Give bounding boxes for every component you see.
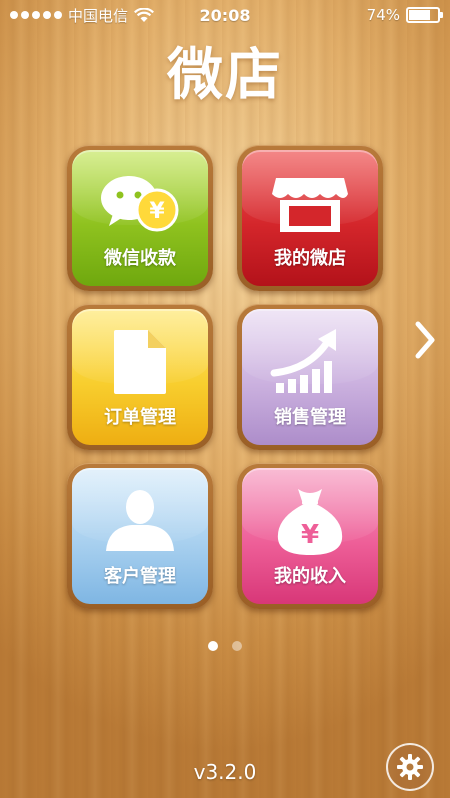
- version-label: v3.2.0: [193, 760, 257, 784]
- svg-text:¥: ¥: [149, 199, 165, 224]
- customer-icon: [72, 482, 208, 560]
- battery-level: [409, 10, 430, 20]
- signal-strength-icon: [10, 11, 62, 19]
- wechat-pay-icon: ¥: [72, 164, 208, 242]
- page-dot-active[interactable]: [208, 641, 218, 651]
- carrier-name: 中国电信: [68, 6, 129, 25]
- tile-label: 我的微店: [274, 248, 346, 269]
- tile-my-store[interactable]: 我的微店: [242, 150, 378, 286]
- settings-button[interactable]: [386, 743, 434, 791]
- tile-wechat-pay[interactable]: ¥ 微信收款: [72, 150, 208, 286]
- money-bag-icon: ¥: [242, 482, 378, 560]
- sales-chart-icon: [242, 323, 378, 401]
- tile-frame: ¥ 微信收款: [67, 145, 213, 291]
- tile-frame: 我的微店: [237, 145, 383, 291]
- tile-frame: 销售管理: [237, 304, 383, 450]
- tile-label: 订单管理: [104, 407, 176, 428]
- tile-frame: 订单管理: [67, 304, 213, 450]
- tile-my-income[interactable]: ¥ 我的收入: [242, 468, 378, 604]
- svg-text:¥: ¥: [301, 520, 319, 550]
- tile-label: 我的收入: [274, 566, 346, 587]
- status-bar: 中国电信 20:08 74%: [0, 0, 450, 30]
- tile-frame: 客户管理: [67, 463, 213, 609]
- store-icon: [242, 164, 378, 242]
- page-indicator[interactable]: [0, 641, 450, 651]
- gear-icon: [397, 754, 423, 780]
- tile-label: 微信收款: [104, 248, 176, 269]
- tile-order-management[interactable]: 订单管理: [72, 309, 208, 445]
- tile-sales-management[interactable]: 销售管理: [242, 309, 378, 445]
- chevron-right-icon[interactable]: [410, 318, 440, 362]
- battery-icon: [406, 7, 443, 23]
- document-icon: [72, 323, 208, 401]
- battery-percent: 74%: [366, 6, 400, 24]
- tile-label: 销售管理: [274, 407, 346, 428]
- app-title: 微店: [167, 42, 283, 108]
- tile-customer-management[interactable]: 客户管理: [72, 468, 208, 604]
- wifi-icon: [134, 7, 154, 22]
- tile-frame: ¥ 我的收入: [237, 463, 383, 609]
- page-dot[interactable]: [232, 641, 242, 651]
- tile-label: 客户管理: [104, 566, 176, 587]
